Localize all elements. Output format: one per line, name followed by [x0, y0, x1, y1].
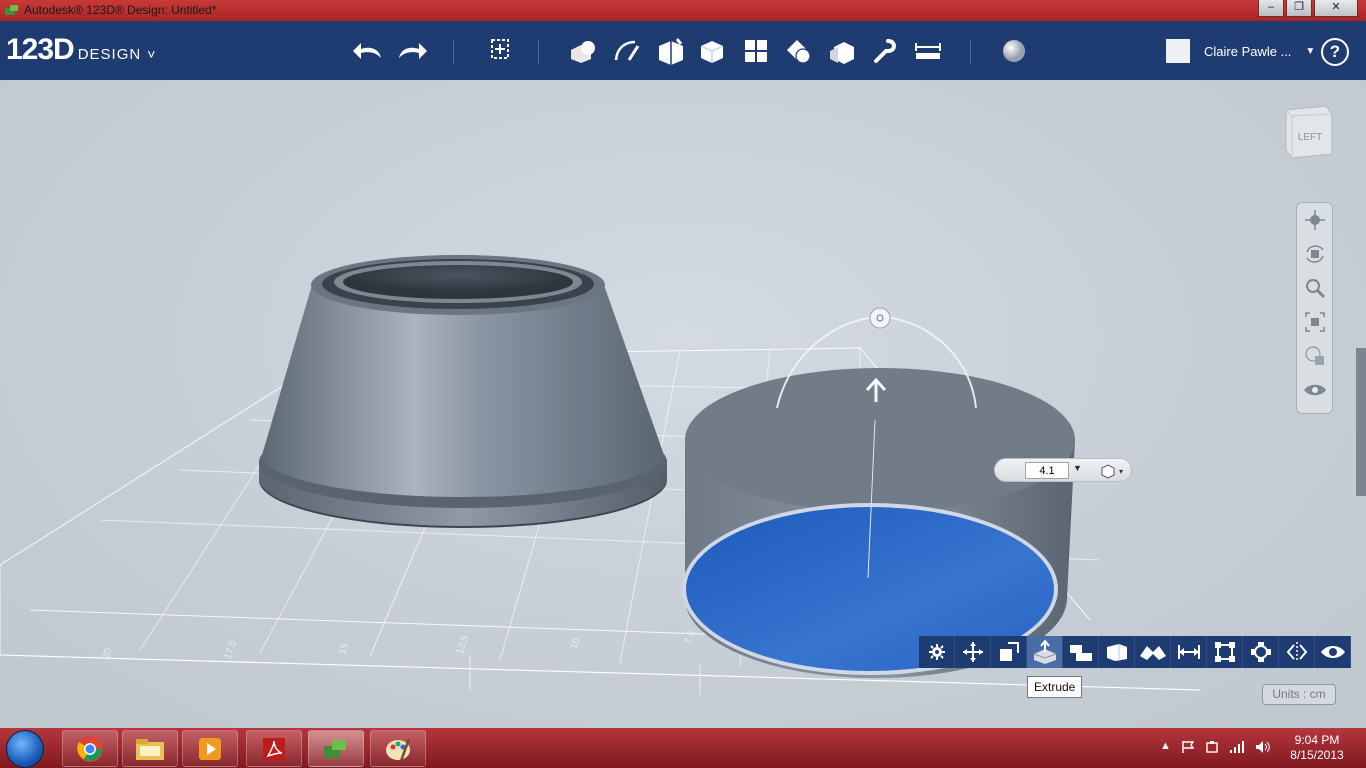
sweep-icon[interactable] — [1063, 636, 1099, 668]
sketch-icon[interactable] — [606, 31, 646, 71]
caret-down-icon: ▼ — [1305, 45, 1316, 57]
units-indicator[interactable]: Units : cm — [1262, 684, 1336, 705]
network-icon[interactable] — [1229, 740, 1245, 754]
grid-label: 7.5 — [682, 629, 697, 646]
grid-labels: 20 17.5 15 12.5 10 7.5 — [100, 629, 697, 661]
taskbar: ▲ 9:04 PM 8/15/2013 — [0, 728, 1366, 768]
align-icon[interactable] — [1243, 636, 1279, 668]
window-title: Autodesk® 123D® Design: Untitled* — [24, 3, 217, 17]
dropdown-arrow-icon[interactable]: ▼ — [1073, 463, 1082, 473]
3d-viewport[interactable]: 20 17.5 15 12.5 10 7.5 LEFT — [0, 80, 1366, 728]
zoom-icon[interactable] — [1297, 271, 1332, 305]
revolve-icon[interactable] — [1099, 636, 1135, 668]
window-titlebar: Autodesk® 123D® Design: Untitled* ‒ ❐ ✕ — [0, 0, 1366, 21]
grid-label: 20 — [100, 646, 114, 661]
avatar — [1166, 39, 1190, 63]
clock[interactable]: 9:04 PM 8/15/2013 — [1284, 733, 1350, 763]
viewcube-face: LEFT — [1298, 132, 1322, 143]
user-name: Claire Pawle ... — [1204, 43, 1292, 59]
show-hidden-icons-button[interactable]: ▲ — [1160, 740, 1171, 754]
transform-icon[interactable] — [480, 31, 520, 71]
combine-icon[interactable] — [822, 31, 862, 71]
cone-shell-object[interactable] — [259, 255, 667, 528]
clock-date: 8/15/2013 — [1290, 748, 1344, 762]
navigation-bar — [1296, 202, 1333, 414]
construct-icon[interactable] — [650, 31, 690, 71]
logo-sub: DESIGN — [77, 46, 142, 63]
bounding-box-icon[interactable] — [1207, 636, 1243, 668]
grid-label: 12.5 — [454, 634, 471, 656]
extrude-distance-input[interactable] — [1025, 462, 1069, 479]
grid-label: 10 — [568, 636, 582, 651]
pattern-icon[interactable] — [736, 31, 776, 71]
clock-time: 9:04 PM — [1294, 733, 1340, 747]
undo-icon[interactable] — [348, 31, 388, 71]
snap-icon[interactable] — [864, 31, 904, 71]
grouping-icon[interactable] — [778, 31, 818, 71]
mirror-icon[interactable] — [1279, 636, 1315, 668]
snap-mode-icon[interactable]: ▾ — [1097, 462, 1123, 480]
restore-button[interactable]: ❐ — [1286, 0, 1312, 17]
measure-icon[interactable] — [1171, 636, 1207, 668]
app-icon — [5, 5, 18, 15]
orbit-icon[interactable] — [1297, 237, 1332, 271]
acrobat-icon[interactable] — [246, 730, 302, 767]
user-menu[interactable]: Claire Pawle ... ▼ — [1166, 39, 1315, 63]
minimize-button[interactable]: ‒ — [1258, 0, 1284, 17]
flag-icon[interactable] — [1181, 740, 1195, 754]
viewcube[interactable]: LEFT — [1282, 102, 1334, 160]
snap-caret: ▾ — [1119, 467, 1123, 476]
123d-icon[interactable] — [308, 730, 364, 767]
move-icon[interactable] — [955, 636, 991, 668]
help-button[interactable]: ? — [1321, 38, 1349, 66]
extrude-icon[interactable] — [1027, 636, 1063, 668]
cylinder-object[interactable] — [682, 368, 1075, 679]
modify-icon[interactable] — [692, 31, 732, 71]
loft-icon[interactable] — [1135, 636, 1171, 668]
fit-icon[interactable] — [1297, 305, 1332, 339]
start-button[interactable] — [6, 730, 44, 768]
volume-icon[interactable] — [1255, 740, 1271, 754]
explorer-icon[interactable] — [122, 730, 178, 767]
measure-icon[interactable] — [908, 31, 948, 71]
app-toolbar: 123D DESIGN ˅ Claire Pawle ... ▼ ? — [0, 21, 1366, 80]
close-button[interactable]: ✕ — [1314, 0, 1358, 17]
material-icon[interactable] — [994, 31, 1034, 71]
redo-icon[interactable] — [392, 31, 432, 71]
scale-icon[interactable] — [991, 636, 1027, 668]
grid-label: 15 — [337, 641, 351, 656]
media-player-icon[interactable] — [182, 730, 238, 767]
paint-icon[interactable] — [370, 730, 426, 767]
pan-icon[interactable] — [1297, 203, 1332, 237]
settings-icon[interactable] — [919, 636, 955, 668]
eye-icon[interactable] — [1315, 636, 1351, 668]
grid-label: 17.5 — [222, 639, 239, 661]
visibility-icon[interactable] — [1297, 373, 1332, 407]
device-icon[interactable] — [1205, 740, 1219, 754]
tooltip: Extrude — [1027, 676, 1083, 698]
extrude-distance-field: ▼ ▾ — [994, 458, 1132, 482]
chevron-down-icon: ˅ — [147, 46, 156, 62]
view-style-icon[interactable] — [1297, 339, 1332, 373]
side-panel-toggle[interactable] — [1356, 348, 1366, 496]
context-toolbar — [919, 636, 1351, 668]
primitives-icon[interactable] — [562, 31, 602, 71]
system-tray: ▲ — [1160, 740, 1271, 754]
scene[interactable]: 20 17.5 15 12.5 10 7.5 — [0, 80, 1366, 728]
logo-main: 123D — [6, 33, 75, 66]
rotate-handle[interactable] — [869, 307, 891, 329]
app-menu-button[interactable]: 123D DESIGN ˅ — [6, 33, 155, 67]
chrome-icon[interactable] — [62, 730, 118, 767]
